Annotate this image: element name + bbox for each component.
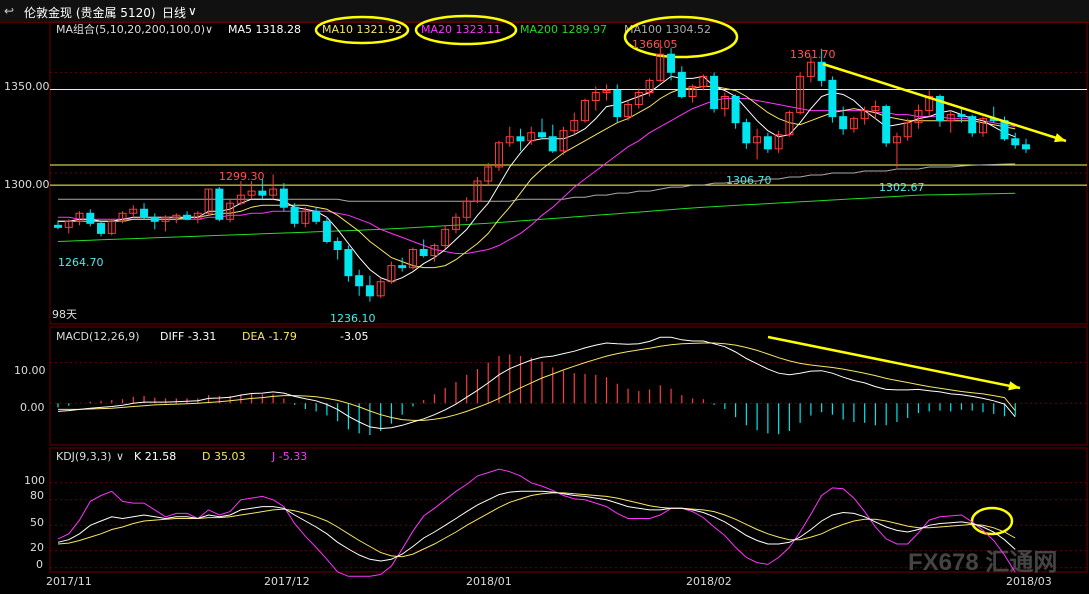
candle-body [97, 222, 106, 234]
macd-downtrend-arrow-head [1008, 381, 1020, 391]
annotation-high-1299: 1299.30 [219, 170, 265, 183]
candle-body [54, 224, 62, 228]
candle-body [710, 75, 719, 110]
annotation-low-1236: 1236.10 [330, 312, 376, 325]
kdj-j-line [57, 468, 1016, 577]
candle-body [516, 136, 525, 142]
ma5-label: MA5 1318.28 [228, 23, 301, 36]
chevron-down-icon[interactable]: ∨ [116, 450, 124, 463]
candle-body [742, 122, 751, 144]
candle-body [968, 116, 977, 134]
price-downtrend-arrow-head [1054, 133, 1066, 143]
candle-body [365, 285, 374, 297]
candlestick-chart: MA组合(5,10,20,200,100,0) ∨ MA5 1318.28 MA… [4, 14, 1088, 588]
kdj-crossover-highlight [970, 506, 1014, 536]
macd-value-label: -3.05 [340, 330, 368, 343]
ma10-line [58, 85, 1016, 269]
watermark: FX678 汇通网 [908, 549, 1057, 576]
kdj-legend: KDJ(9,3,3) [56, 450, 112, 463]
macd-diff-label: DIFF -3.31 [160, 330, 216, 343]
candle-body [419, 249, 428, 257]
candle-body [312, 210, 321, 222]
candle-body [333, 240, 342, 251]
candle-body [215, 188, 224, 220]
candle-body [86, 212, 95, 224]
macd-dea-label: DEA -1.79 [242, 330, 297, 343]
macd-tick-10: 10.00 [14, 364, 46, 377]
candle-body [957, 114, 966, 118]
candle-body [322, 220, 331, 242]
candle-body [279, 188, 288, 208]
candle-body [1022, 144, 1030, 150]
macd-panel-frame [49, 326, 1088, 446]
candle-body [398, 265, 407, 269]
candle-body [344, 249, 353, 277]
ma10-label: MA10 1321.92 [322, 23, 402, 36]
candle-body [548, 136, 557, 152]
candle-body [828, 79, 837, 118]
macd-diff-line [57, 336, 1016, 430]
chevron-down-icon[interactable]: ∨ [205, 23, 213, 36]
candle-body [839, 116, 848, 130]
macd-tick-0: 0.00 [20, 401, 45, 414]
kdj-tick-50: 50 [30, 516, 44, 529]
x-label-2018-03: 2018/03 [1006, 575, 1052, 588]
candle-body [258, 190, 267, 196]
candle-body [538, 132, 546, 138]
x-label-2017-12: 2017/12 [264, 575, 310, 588]
annotation-low-1302: 1302.67 [879, 181, 925, 194]
annotation-high-1361: 1361.70 [790, 48, 836, 61]
candle-body [355, 275, 364, 287]
kdj-j-label: J -5.33 [271, 450, 307, 463]
macd-legend: MACD(12,26,9) [56, 330, 140, 343]
candle-body [882, 106, 891, 144]
price-legend-prefix: MA组合(5,10,20,200,100,0) [56, 22, 205, 36]
candle-body [140, 208, 149, 218]
x-label-2018-01: 2018/01 [466, 575, 512, 588]
candle-body [290, 206, 299, 224]
ma200-label: MA200 1289.97 [520, 23, 607, 36]
candle-body [1011, 138, 1020, 146]
candle-body [613, 89, 622, 118]
candle-body [150, 216, 159, 222]
ma20-line [58, 98, 1016, 254]
ma20-label: MA20 1323.11 [421, 23, 501, 36]
x-label-2017-11: 2017/11 [46, 575, 92, 588]
kdj-k-label: K 21.58 [134, 450, 176, 463]
price-downtrend-arrow [822, 62, 1067, 143]
macd-dea-line [58, 342, 1016, 421]
price-tick-1350: 1350.00 [4, 80, 50, 93]
annotation-low-1264: 1264.70 [58, 256, 104, 269]
kdj-tick-20: 20 [30, 541, 44, 554]
kdj-tick-0: 0 [36, 558, 43, 571]
x-label-2018-02: 2018/02 [686, 575, 732, 588]
price-tick-1300: 1300.00 [4, 178, 50, 191]
candle-body [667, 53, 676, 73]
candle-body [731, 95, 740, 124]
days-label: 98天 [52, 308, 77, 321]
ma100-line [58, 163, 1016, 202]
candle-body [677, 71, 686, 97]
kdj-d-label: D 35.03 [202, 450, 245, 463]
candle-body [763, 136, 772, 150]
kdj-tick-100: 100 [24, 474, 45, 487]
kdj-tick-80: 80 [30, 489, 44, 502]
candle-body [183, 214, 192, 220]
